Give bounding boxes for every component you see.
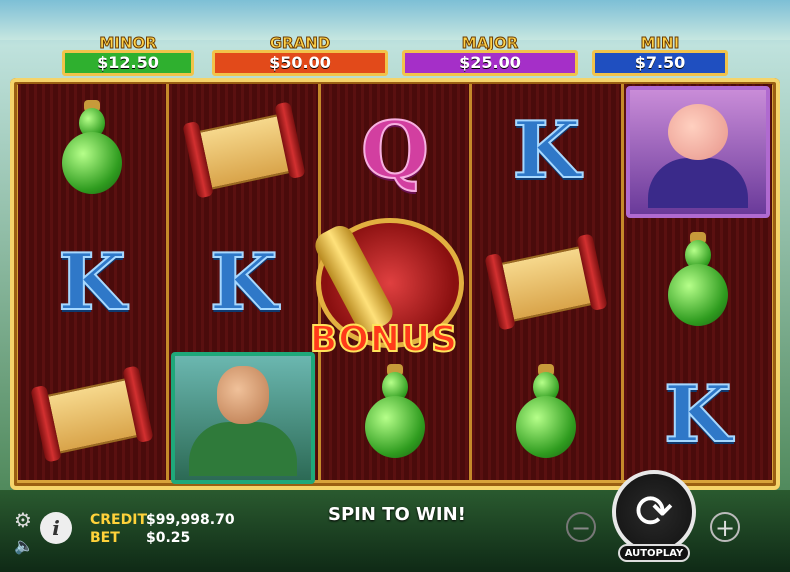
decrease-bet-button[interactable]: − <box>566 512 596 542</box>
letter-k: K <box>512 104 582 197</box>
symbol-k: K <box>169 216 317 348</box>
scroll-icon <box>484 231 609 332</box>
symbol-warrior <box>169 348 317 484</box>
symbol-q: Q <box>321 84 469 216</box>
gourd-icon <box>663 232 733 332</box>
reel-2: K <box>166 84 318 484</box>
symbol-scroll <box>169 84 317 216</box>
jackpot-grand: GRAND $50.00 <box>212 34 388 78</box>
symbol-k: K <box>624 348 772 480</box>
jackpot-mini-value: $7.50 <box>592 50 728 76</box>
scroll-icon <box>181 99 306 200</box>
autoplay-button[interactable]: AUTOPLAY <box>618 544 690 562</box>
status-message: SPIN TO WIN! <box>328 504 466 525</box>
symbol-gourd <box>321 348 469 480</box>
gear-icon[interactable]: ⚙ <box>14 508 32 532</box>
reel-1: K <box>18 84 167 480</box>
symbol-pig <box>624 84 772 218</box>
increase-bet-button[interactable]: + <box>710 512 740 542</box>
symbol-gourd <box>472 348 620 480</box>
bet-label: BET <box>90 530 120 546</box>
jackpot-major-value: $25.00 <box>402 50 578 76</box>
letter-k: K <box>57 236 127 329</box>
jackpot-mini: MINI $7.50 <box>592 34 728 78</box>
jackpot-major: MAJOR $25.00 <box>402 34 578 78</box>
symbol-k: K <box>18 216 166 348</box>
warrior-icon <box>171 352 316 484</box>
credit-label: CREDIT <box>90 512 147 528</box>
letter-k: K <box>209 236 279 329</box>
reel-5: K <box>620 84 773 480</box>
gourd-icon <box>360 364 430 464</box>
scroll-icon <box>30 363 154 464</box>
letter-k: K <box>663 368 733 461</box>
symbol-gourd <box>18 84 166 216</box>
letter-q: Q <box>360 104 430 197</box>
symbol-k: K <box>472 84 620 216</box>
jackpot-minor: MINOR $12.50 <box>62 34 194 78</box>
credit-value: $99,998.70 <box>146 512 235 528</box>
symbol-gourd <box>624 216 772 348</box>
speaker-icon[interactable]: 🔈 <box>14 536 34 555</box>
bonus-symbol: BONUS <box>300 214 468 361</box>
spin-button[interactable]: ⟳ <box>612 470 696 554</box>
reel-4: K <box>469 84 621 480</box>
pig-character-icon <box>625 86 770 218</box>
info-button[interactable]: i <box>40 512 72 544</box>
gourd-icon <box>511 364 581 464</box>
bonus-label: BONUS <box>309 318 459 361</box>
symbol-scroll <box>472 216 620 348</box>
jackpot-grand-value: $50.00 <box>212 50 388 76</box>
symbol-scroll <box>18 348 166 480</box>
gourd-icon <box>57 100 127 200</box>
jackpot-minor-value: $12.50 <box>62 50 194 76</box>
bet-value: $0.25 <box>146 530 191 546</box>
